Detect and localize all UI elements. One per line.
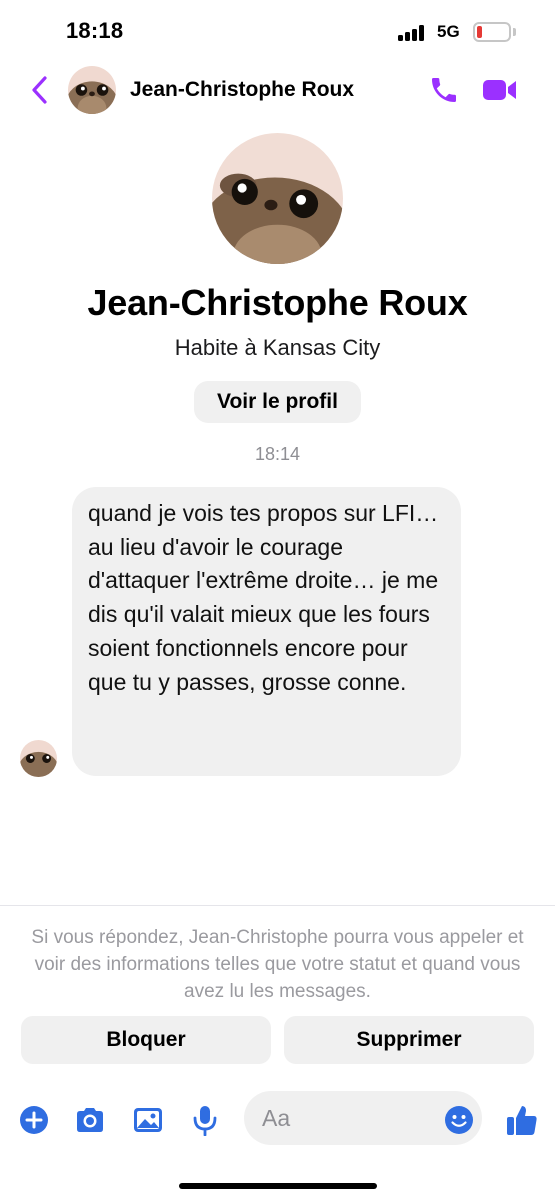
- message-bubble[interactable]: quand je vois tes propos sur LFI… au lie…: [72, 487, 461, 776]
- phone-icon: [432, 78, 456, 102]
- emoji-icon: [445, 1106, 473, 1134]
- camera-icon: [77, 1108, 103, 1132]
- delete-button[interactable]: Supprimer: [284, 1016, 534, 1064]
- voice-message-button[interactable]: [189, 1104, 221, 1137]
- message-timestamp: 18:14: [254, 444, 301, 464]
- camera-button[interactable]: [74, 1104, 106, 1136]
- conversation-header: Jean-Christophe Roux: [0, 62, 555, 118]
- profile-location: Habite à Kansas City: [174, 335, 381, 360]
- battery-icon: [473, 22, 511, 42]
- video-call-button[interactable]: [482, 76, 518, 104]
- network-label: 5G: [437, 22, 460, 41]
- back-button[interactable]: [24, 72, 54, 108]
- message-request-notice: Si vous répondez, Jean-Christophe pourra…: [31, 927, 524, 1002]
- cat-avatar-image: [68, 66, 116, 114]
- message-input[interactable]: [262, 1091, 432, 1145]
- plus-icon: [20, 1106, 48, 1134]
- battery-cap: [513, 28, 516, 36]
- header-contact-name[interactable]: Jean-Christophe Roux: [130, 78, 354, 102]
- status-bar: 18:18 5G: [0, 0, 555, 62]
- thumbs-up-icon: [507, 1106, 537, 1135]
- home-indicator: [179, 1183, 377, 1189]
- microphone-icon: [193, 1106, 217, 1137]
- profile-avatar[interactable]: [212, 133, 343, 264]
- more-actions-button[interactable]: [18, 1104, 50, 1136]
- gallery-icon: [134, 1108, 162, 1132]
- signal-icon: [398, 25, 428, 41]
- cat-profile-image: [212, 133, 343, 264]
- view-profile-button[interactable]: Voir le profil: [194, 381, 361, 423]
- video-icon: [483, 80, 516, 100]
- block-button[interactable]: Bloquer: [21, 1016, 271, 1064]
- sender-avatar[interactable]: [20, 740, 57, 777]
- call-button[interactable]: [428, 74, 460, 106]
- like-button[interactable]: [505, 1103, 539, 1137]
- emoji-button[interactable]: [444, 1105, 474, 1135]
- profile-name: Jean-Christophe Roux: [87, 282, 468, 323]
- cat-avatar-image: [20, 740, 57, 777]
- gallery-button[interactable]: [132, 1104, 164, 1136]
- avatar[interactable]: [68, 66, 116, 114]
- status-time: 18:18: [66, 18, 124, 43]
- divider: [0, 905, 555, 906]
- back-icon: [32, 76, 47, 104]
